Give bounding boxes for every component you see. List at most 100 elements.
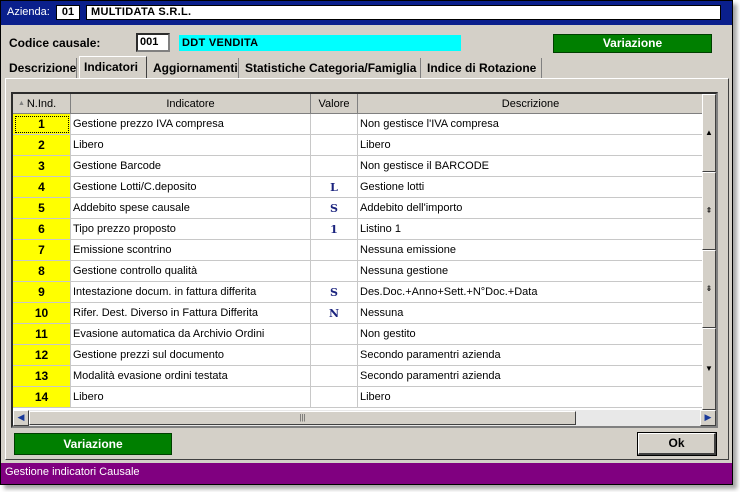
azienda-name-field: MULTIDATA S.R.L. [86,5,721,20]
tab-indice-rotazione[interactable]: Indice di Rotazione [423,58,542,78]
scroll-thumb[interactable]: ||| [29,411,576,425]
cell-descrizione: Addebito dell'importo [358,198,704,219]
cell-valore[interactable] [311,387,358,408]
cell-indicatore: Tipo prezzo proposto [71,219,311,240]
cell-num: 4 [13,177,71,198]
horizontal-scrollbar[interactable]: ◀ ||| ▶ [13,410,716,426]
cell-num: 10 [13,303,71,324]
tab-label: Descrizione [9,61,77,75]
ok-button[interactable]: Ok [637,432,717,456]
table-row[interactable]: 7 Emissione scontrino Nessuna emissione [13,240,704,261]
table-row[interactable]: 5 Addebito spese causale S Addebito dell'im… [13,198,704,219]
table-row[interactable]: 11 Evasione automatica da Archivio Ordini… [13,324,704,345]
tab-label: Indicatori [84,60,139,74]
cell-num: 14 [13,387,71,408]
cell-descrizione: Nessuna gestione [358,261,704,282]
cell-descrizione: Gestione lotti [358,177,704,198]
scroll-down-icon[interactable]: ▼ [702,328,716,410]
variazione-top-button[interactable]: Variazione [553,34,712,53]
cell-descrizione: Des.Doc.+Anno+Sett.+N°Doc.+Data [358,282,704,303]
scroll-right-icon[interactable]: ▶ [700,410,716,426]
cell-valore[interactable] [311,240,358,261]
cell-indicatore: Libero [71,135,311,156]
causale-description: DDT VENDITA [179,35,461,51]
cell-descrizione: Listino 1 [358,219,704,240]
table-row[interactable]: 6 Tipo prezzo proposto 1 Listino 1 [13,219,704,240]
cell-valore[interactable] [311,114,358,135]
cell-descrizione: Nessuna emissione [358,240,704,261]
cell-valore[interactable]: L [311,177,358,198]
cell-indicatore: Evasione automatica da Archivio Ordini [71,324,311,345]
cell-indicatore: Gestione controllo qualità [71,261,311,282]
cell-indicatore: Libero [71,387,311,408]
cell-indicatore: Emissione scontrino [71,240,311,261]
tab-indicatori[interactable]: Indicatori [79,56,147,78]
cell-num: 1 [13,114,71,135]
cell-valore[interactable] [311,345,358,366]
tab-descrizione[interactable]: Descrizione [5,58,77,78]
azienda-code-field: 01 [56,5,80,20]
main-window: Azienda: 01 MULTIDATA S.R.L. Codice caus… [0,0,733,485]
col-header-num[interactable]: ▲ N.Ind. [13,94,71,114]
cell-valore[interactable]: 1 [311,219,358,240]
cell-num: 9 [13,282,71,303]
col-header-indicatore[interactable]: Indicatore [71,94,311,114]
cell-indicatore: Gestione prezzo IVA compresa [71,114,311,135]
table-row[interactable]: 8 Gestione controllo qualità Nessuna gesti… [13,261,704,282]
vertical-scrollbar[interactable]: ▲ ⇞ ⇟ ▼ [702,94,716,410]
cell-descrizione: Libero [358,135,704,156]
scroll-left-icon[interactable]: ◀ [13,410,29,426]
cell-descrizione: Non gestisce il BARCODE [358,156,704,177]
cell-indicatore: Gestione Barcode [71,156,311,177]
cell-valore[interactable]: S [311,198,358,219]
tab-statistiche[interactable]: Statistiche Categoria/Famiglia [241,58,421,78]
cell-descrizione: Non gestisce l'IVA compresa [358,114,704,135]
status-bar: Gestione indicatori Causale [1,463,732,484]
cell-num: 2 [13,135,71,156]
cell-num: 12 [13,345,71,366]
table-row[interactable]: 10 Rifer. Dest. Diverso in Fattura Differ… [13,303,704,324]
cell-descrizione: Secondo paramentri azienda [358,366,704,387]
cell-valore[interactable] [311,324,358,345]
cell-indicatore: Addebito spese causale [71,198,311,219]
scroll-up-icon[interactable]: ▲ [702,94,716,172]
tab-label: Indice di Rotazione [427,61,537,75]
cell-valore[interactable] [311,261,358,282]
cell-descrizione: Secondo paramentri azienda [358,345,704,366]
causale-label: Codice causale: [9,36,101,50]
table-row[interactable]: 2 Libero Libero [13,135,704,156]
company-bar: Azienda: 01 MULTIDATA S.R.L. [1,1,732,25]
col-header-num-label: N.Ind. [26,98,57,110]
cell-valore[interactable]: S [311,282,358,303]
col-header-descrizione[interactable]: Descrizione [358,94,704,114]
page-down-icon[interactable]: ⇟ [702,250,716,328]
cell-num: 7 [13,240,71,261]
indicators-grid[interactable]: ▲ N.Ind. Indicatore Valore Descrizione 1G… [11,92,718,428]
table-row[interactable]: 12 Gestione prezzi sul documento Secondo p… [13,345,704,366]
cell-num: 11 [13,324,71,345]
table-row[interactable]: 1 Gestione prezzo IVA compresa Non gestisc… [13,114,704,135]
cell-valore[interactable] [311,135,358,156]
variazione-bottom-button[interactable]: Variazione [14,433,172,455]
grid-header: ▲ N.Ind. Indicatore Valore Descrizione [13,94,704,114]
cell-descrizione: Nessuna [358,303,704,324]
table-row[interactable]: 13 Modalità evasione ordini testata Second… [13,366,704,387]
cell-indicatore: Gestione Lotti/C.deposito [71,177,311,198]
tab-aggiornamenti[interactable]: Aggiornamenti [149,58,239,78]
tab-label: Aggiornamenti [153,61,238,75]
table-row[interactable]: 3 Gestione Barcode Non gestisce il BARCODE [13,156,704,177]
sort-arrow-icon: ▲ [18,100,25,107]
cell-indicatore: Gestione prezzi sul documento [71,345,311,366]
cell-num: 5 [13,198,71,219]
cell-num: 13 [13,366,71,387]
col-header-valore[interactable]: Valore [311,94,358,114]
table-row[interactable]: 4 Gestione Lotti/C.deposito L Gestione lott… [13,177,704,198]
cell-valore[interactable] [311,366,358,387]
causale-code-input[interactable]: 001 [136,33,170,52]
cell-valore[interactable]: N [311,303,358,324]
cell-descrizione: Non gestito [358,324,704,345]
cell-valore[interactable] [311,156,358,177]
page-up-icon[interactable]: ⇞ [702,172,716,250]
table-row[interactable]: 9 Intestazione docum. in fattura differit… [13,282,704,303]
table-row[interactable]: 14 Libero Libero [13,387,704,408]
